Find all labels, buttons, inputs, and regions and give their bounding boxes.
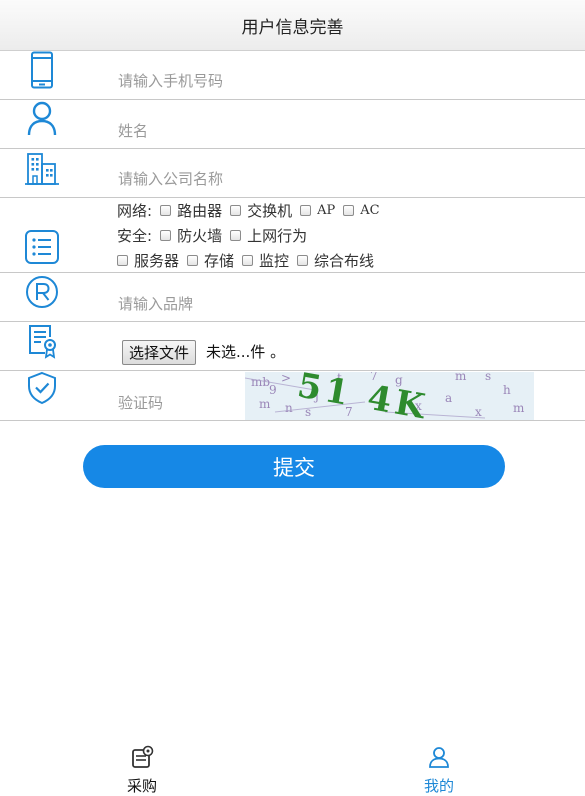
network-label: 网络:	[117, 201, 153, 220]
brand-row	[0, 273, 585, 322]
option-ac-label: AC	[360, 202, 380, 218]
name-input[interactable]	[118, 120, 418, 142]
security-options: 安全: 防火墙 上网行为	[117, 225, 307, 245]
file-status-text: 未选...件 。	[206, 343, 286, 361]
user-icon	[427, 745, 451, 773]
checkbox-ac[interactable]	[343, 204, 355, 216]
checkbox-monitoring[interactable]	[242, 254, 254, 266]
svg-text:a: a	[445, 391, 452, 405]
svg-text:9: 9	[269, 383, 277, 397]
other-options: 服务器 存储 监控 综合布线	[117, 250, 374, 270]
company-input[interactable]	[118, 168, 418, 190]
tab-purchase[interactable]: 采购	[112, 745, 172, 795]
svg-text:>: >	[281, 372, 291, 385]
svg-text:m: m	[259, 397, 271, 411]
option-ap-label: AP	[317, 202, 336, 218]
category-row: 网络: 路由器 交换机 AP AC 安全: 防火墙 上网行为 服务器 存储 监控…	[0, 198, 585, 273]
option-storage-label: 存储	[204, 251, 235, 270]
phone-input[interactable]	[118, 70, 418, 92]
svg-text:h: h	[503, 383, 511, 397]
svg-text:x: x	[475, 405, 482, 419]
tab-mine[interactable]: 我的	[409, 745, 469, 795]
phone-icon	[22, 51, 62, 89]
user-icon	[22, 100, 62, 138]
checkbox-internet-behavior[interactable]	[230, 229, 242, 241]
network-options: 网络: 路由器 交换机 AP AC	[117, 200, 380, 220]
page-title: 用户信息完善	[241, 17, 344, 38]
captcha-image[interactable]: mb 9 > mnj 7gx ams hms 7tx 51 4K	[245, 372, 534, 420]
name-row	[0, 100, 585, 149]
checkbox-storage[interactable]	[187, 254, 199, 266]
captcha-input[interactable]	[118, 392, 238, 414]
checkbox-firewall[interactable]	[160, 229, 172, 241]
option-switch-label: 交换机	[247, 201, 293, 220]
choose-file-button[interactable]: 选择文件	[122, 340, 197, 365]
option-cabling-label: 综合布线	[314, 251, 375, 270]
certificate-row	[0, 322, 585, 371]
option-internet-behavior-label: 上网行为	[247, 226, 308, 245]
submit-button[interactable]: 提交	[83, 445, 505, 488]
checkbox-router[interactable]	[160, 204, 172, 216]
phone-row	[0, 51, 585, 100]
purchase-icon	[130, 745, 154, 773]
brand-input[interactable]	[118, 293, 418, 315]
security-label: 安全:	[117, 226, 153, 245]
svg-text:s: s	[485, 372, 491, 383]
shield-check-icon	[22, 369, 62, 407]
registered-icon	[22, 273, 62, 311]
option-monitoring-label: 监控	[259, 251, 290, 270]
svg-text:m: m	[455, 372, 467, 383]
checkbox-switch[interactable]	[230, 204, 242, 216]
checkbox-server[interactable]	[117, 254, 128, 266]
bottom-tab-bar: 采购 我的	[0, 745, 585, 795]
checkbox-cabling[interactable]	[297, 254, 309, 266]
list-icon	[22, 228, 62, 266]
building-icon	[22, 150, 62, 188]
option-server-label: 服务器	[134, 251, 180, 270]
checkbox-ap[interactable]	[300, 204, 312, 216]
option-firewall-label: 防火墙	[177, 226, 223, 245]
company-row	[0, 149, 585, 198]
page-header: 用户信息完善	[0, 0, 585, 51]
svg-text:m: m	[513, 401, 525, 415]
option-router-label: 路由器	[177, 201, 223, 220]
certificate-icon	[22, 322, 62, 360]
svg-text:n: n	[285, 401, 293, 415]
